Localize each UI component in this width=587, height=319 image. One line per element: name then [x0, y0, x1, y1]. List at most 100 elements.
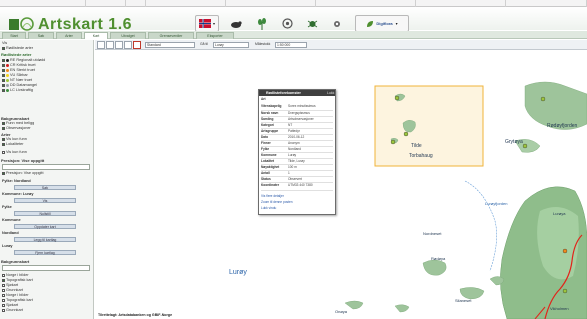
checkbox[interactable] — [2, 83, 5, 87]
sidebar-item[interactable]: Norge i bilder — [2, 273, 29, 277]
sidebar-item[interactable]: Grunnkart — [2, 308, 23, 312]
basemap-select[interactable]: Standard — [145, 42, 195, 48]
legend-item-re[interactable]: RE Regionalt utdødd — [2, 58, 45, 62]
map-view[interactable]: Tilde Torbahaug Grytøya Rødøyfjorden Lur… — [95, 51, 587, 319]
map-place-label: Nordneset — [423, 231, 442, 236]
sidebar-item[interactable]: Sjøkart — [2, 283, 18, 287]
sidebar-item: Vis — [2, 41, 8, 45]
tab-selection[interactable]: Utvalget — [110, 32, 146, 39]
zoom-in-icon[interactable] — [106, 41, 114, 49]
checkbox[interactable] — [2, 73, 5, 77]
tab-export[interactable]: Eksporter — [196, 32, 234, 39]
checkbox[interactable] — [2, 88, 5, 92]
legend-item-dd[interactable]: DD Datamangel — [2, 83, 37, 87]
sidebar-item[interactable]: Vis kun funn — [2, 137, 27, 141]
checkbox[interactable] — [2, 142, 5, 146]
gear-icon[interactable] — [330, 15, 344, 32]
legend-item-cr[interactable]: CR Kritisk truet — [2, 63, 36, 67]
legend-item-nt[interactable]: NT Nær truet — [2, 78, 32, 82]
occurrence-marker[interactable] — [403, 131, 409, 137]
precision-select[interactable] — [2, 164, 90, 170]
occurrence-marker[interactable] — [562, 288, 568, 294]
plant-icon[interactable] — [255, 15, 269, 32]
checkbox[interactable] — [2, 137, 5, 141]
species-icon[interactable] — [228, 15, 244, 32]
checkbox[interactable] — [2, 293, 5, 297]
sidebar-item[interactable]: Lokaliteter — [2, 142, 24, 146]
occurrence-marker[interactable] — [562, 248, 568, 254]
sidebar-item[interactable]: Topografisk kart — [2, 298, 33, 302]
sidebar-item-label: Topografisk kart — [6, 278, 33, 282]
reset-button[interactable]: Nullstill — [14, 211, 76, 216]
popup-value: Lurøy — [288, 153, 297, 157]
checkbox[interactable] — [2, 121, 5, 125]
checkbox[interactable] — [2, 46, 5, 50]
sidebar-item[interactable]: Norge i bilder — [2, 293, 29, 297]
measure-icon[interactable] — [124, 41, 132, 49]
occurrence-marker[interactable] — [522, 143, 528, 149]
occurrence-marker[interactable] — [540, 96, 546, 102]
checkbox[interactable] — [2, 58, 5, 62]
popup-close-button[interactable]: Lukk — [327, 90, 334, 96]
popup-key: Artsgruppe — [261, 129, 279, 133]
legend-item-vu[interactable]: VU Sårbar — [2, 73, 28, 77]
checkbox[interactable] — [2, 288, 5, 292]
show-button[interactable]: Vis — [14, 198, 76, 203]
popup-value: UTM33 440 7380 — [288, 183, 313, 187]
scale-select[interactable]: 1:50 000 — [275, 42, 307, 48]
map-place-label: Grytøya — [505, 139, 523, 145]
legend-item-lc[interactable]: LC Livskraftig — [2, 88, 33, 92]
sidebar-item[interactable]: Grunnkart — [2, 288, 23, 292]
occurrence-marker[interactable] — [394, 95, 400, 101]
checkbox[interactable] — [2, 298, 5, 302]
popup-close-link[interactable]: Lukk vindu — [261, 206, 276, 210]
sidebar-item-label: Topografisk kart — [6, 298, 33, 302]
municipality-select[interactable]: Lurøy — [213, 42, 249, 48]
bug-icon[interactable] — [305, 15, 319, 32]
sidebar-item[interactable]: Observasjoner — [2, 126, 31, 130]
info-icon[interactable] — [133, 41, 141, 49]
sidebar-item-label: Lurøy — [2, 244, 13, 248]
add-layer-button[interactable]: Legg til kartlag — [14, 237, 76, 242]
occurrence-marker[interactable] — [390, 139, 396, 145]
popup-zoom-link[interactable]: Zoom til denne posten — [261, 200, 293, 204]
background-map-select[interactable] — [2, 265, 90, 271]
sidebar-item[interactable]: Rødlistede arter — [2, 46, 33, 50]
sidebar-item[interactable]: Sjøkart — [2, 303, 18, 307]
popup-value: Pattedyr — [288, 129, 300, 133]
update-map-button[interactable]: Oppdater kart — [14, 224, 76, 229]
checkbox[interactable] — [2, 126, 5, 130]
checkbox[interactable] — [2, 283, 5, 287]
tab-start[interactable]: Start — [2, 32, 26, 39]
checkbox[interactable] — [2, 303, 5, 307]
checkbox[interactable] — [2, 78, 5, 82]
fungus-icon[interactable] — [280, 15, 294, 32]
flag-select[interactable]: ▾ — [195, 15, 219, 32]
tab-bar: Start Søk Arter Kart Utvalget Grenseverd… — [0, 31, 587, 39]
checkbox[interactable] — [2, 68, 5, 72]
mode-select[interactable]: Digiflora ▾ — [355, 15, 409, 32]
tab-map[interactable]: Kart — [84, 32, 108, 39]
checkbox[interactable] — [2, 171, 5, 175]
tab-limits[interactable]: Grenseverdier — [148, 32, 194, 39]
checkbox[interactable] — [2, 278, 5, 282]
tab-species[interactable]: Arter — [56, 32, 82, 39]
sidebar-item[interactable]: Presisjon: Vise oppgitt — [2, 171, 44, 175]
legend-item-en[interactable]: EN Sterkt truet — [2, 68, 35, 72]
search-button[interactable]: Søk — [14, 185, 76, 190]
remove-layer-button[interactable]: Fjern kartlag — [14, 250, 76, 255]
tab-search[interactable]: Søk — [28, 32, 54, 39]
checkbox[interactable] — [2, 63, 5, 67]
checkbox[interactable] — [2, 150, 5, 154]
checkbox[interactable] — [2, 273, 5, 277]
island — [422, 259, 447, 276]
popup-details-link[interactable]: Vis flere detaljer — [261, 194, 284, 198]
zoom-out-icon[interactable] — [115, 41, 123, 49]
chevron-down-icon: ▾ — [395, 21, 398, 26]
pan-icon[interactable] — [97, 41, 105, 49]
legend-label: EN Sterkt truet — [10, 68, 35, 72]
sidebar-item[interactable]: Topografisk kart — [2, 278, 33, 282]
checkbox[interactable] — [2, 308, 5, 312]
sidebar-item[interactable]: Vis kun funn — [2, 150, 27, 154]
sidebar-item[interactable]: Funn med beligg — [2, 121, 34, 125]
